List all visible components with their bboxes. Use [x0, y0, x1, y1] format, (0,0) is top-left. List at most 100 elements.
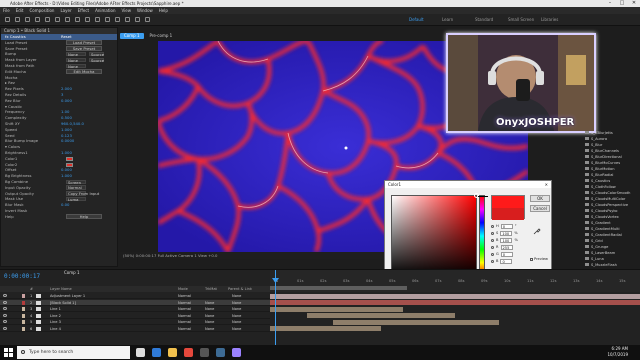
layer-mode-dropdown[interactable]: Normal — [178, 306, 191, 312]
layer-name[interactable]: Line 3 — [50, 319, 61, 325]
visibility-eye-icon[interactable] — [3, 326, 7, 330]
anchor-point-icon[interactable] — [344, 146, 348, 150]
visibility-eye-icon[interactable] — [3, 294, 7, 297]
menu-item-layer[interactable]: Layer — [60, 7, 71, 14]
close-icon[interactable]: ✕ — [628, 0, 640, 7]
color-field-input[interactable]: 100 — [500, 230, 513, 236]
layer-trkmat-dropdown[interactable]: None — [205, 319, 214, 325]
workspace-libraries[interactable]: Libraries — [541, 17, 558, 22]
steam-icon[interactable] — [216, 348, 225, 357]
layer-mode-dropdown[interactable]: Normal — [178, 313, 191, 319]
layer-name[interactable]: Line 1 — [50, 306, 61, 312]
hand-tool-icon[interactable] — [25, 17, 30, 22]
layer-mode-dropdown[interactable]: Normal — [178, 319, 191, 325]
property-button[interactable]: Edit Mocha — [66, 69, 102, 74]
layer-trkmat-dropdown[interactable]: None — [205, 300, 214, 306]
visibility-eye-icon[interactable] — [3, 320, 7, 323]
maximize-icon[interactable]: □ — [616, 0, 628, 7]
cancel-button[interactable]: Cancel — [530, 205, 550, 212]
minimize-icon[interactable]: – — [604, 0, 616, 7]
effect-property-row[interactable]: Help Help — [1, 214, 117, 220]
layer-name[interactable]: [Black Solid 1] — [50, 300, 76, 306]
hue-slider-handle[interactable] — [478, 196, 488, 197]
layer-row[interactable]: 6 Line 4 Normal None None — [0, 326, 270, 332]
layer-label-color[interactable] — [22, 294, 25, 298]
puppet-tool-icon[interactable] — [145, 17, 150, 22]
roto-brush-tool-icon[interactable] — [135, 17, 140, 22]
windows-start-icon[interactable] — [4, 348, 13, 357]
color-field-input[interactable]: 0 — [500, 258, 513, 264]
layer-mode-dropdown[interactable]: Normal — [178, 300, 191, 306]
layer-parent-dropdown[interactable]: None — [232, 313, 241, 319]
layer-parent-dropdown[interactable]: None — [232, 306, 241, 312]
color-mode-radio[interactable] — [491, 259, 494, 263]
layer-parent-dropdown[interactable]: None — [232, 300, 241, 306]
after-effects-icon[interactable] — [232, 348, 241, 357]
property-button[interactable]: Save Preset — [66, 46, 102, 51]
menu-item-composition[interactable]: Composition — [29, 7, 54, 14]
work-area-bar[interactable] — [270, 286, 407, 290]
clone-stamp-tool-icon[interactable] — [115, 17, 120, 22]
layer-trkmat-dropdown[interactable]: None — [205, 306, 214, 312]
color-field-input[interactable]: 0 — [500, 223, 513, 229]
taskbar-clock[interactable]: 6:29 AM 10/7/2019 — [607, 346, 628, 358]
color-swatch[interactable] — [66, 156, 73, 161]
type-tool-icon[interactable] — [95, 17, 100, 22]
layer-label-color[interactable] — [22, 313, 25, 318]
layer-mode-dropdown[interactable]: Normal — [178, 293, 191, 299]
eyedropper-icon[interactable] — [533, 227, 541, 235]
taskbar-search-box[interactable]: Type here to search — [17, 346, 130, 359]
task-view-icon[interactable] — [136, 348, 145, 357]
layer-trkmat-dropdown[interactable]: None — [205, 326, 214, 332]
layer-parent-dropdown[interactable]: None — [232, 326, 241, 332]
workspace-default[interactable]: Default — [409, 17, 424, 22]
color-mode-radio[interactable] — [491, 224, 494, 228]
workspace-standard[interactable]: Standard — [475, 17, 493, 22]
edge-icon[interactable] — [152, 348, 161, 357]
home-icon[interactable] — [5, 17, 10, 22]
color-mode-radio[interactable] — [491, 245, 494, 249]
menu-item-help[interactable]: Help — [159, 7, 168, 14]
layer-label-color[interactable] — [22, 326, 25, 331]
chrome-icon[interactable] — [184, 348, 193, 357]
layer-trkmat-dropdown[interactable]: None — [205, 313, 214, 319]
property-dropdown[interactable]: None — [66, 57, 86, 63]
preview-checkbox[interactable]: Preview — [530, 257, 548, 261]
current-time-indicator[interactable] — [275, 270, 276, 346]
layer-label-color[interactable] — [22, 320, 25, 324]
menu-item-animation[interactable]: Animation — [95, 7, 115, 14]
color-mode-radio[interactable] — [491, 238, 494, 242]
layer-duration-bar[interactable] — [307, 313, 455, 318]
viewer-tab[interactable]: Comp 1 — [120, 33, 144, 39]
layer-duration-bar[interactable] — [270, 326, 381, 331]
property-button[interactable]: Help — [66, 214, 102, 219]
rotate-tool-icon[interactable] — [45, 17, 50, 22]
explorer-icon[interactable] — [168, 348, 177, 357]
property-dropdown[interactable]: Screen — [66, 179, 86, 185]
layer-mode-dropdown[interactable]: Normal — [178, 326, 191, 332]
property-dropdown-secondary[interactable]: Source — [89, 51, 104, 57]
menu-item-view[interactable]: View — [122, 7, 132, 14]
layer-label-color[interactable] — [22, 300, 25, 305]
property-button[interactable]: Load Preset — [66, 40, 102, 45]
color-mode-radio[interactable] — [491, 252, 494, 256]
layer-row[interactable]: 1 Adjustment Layer 1 Normal None — [0, 293, 270, 299]
workspace-learn[interactable]: Learn — [442, 17, 453, 22]
hue-slider[interactable] — [478, 195, 488, 277]
saturation-brightness-field[interactable] — [391, 193, 479, 277]
pan-behind-tool-icon[interactable] — [65, 17, 70, 22]
color-field-input[interactable]: 100 — [500, 237, 513, 243]
color-swatch[interactable] — [66, 162, 73, 167]
workspace-small-screen[interactable]: Small Screen — [508, 17, 534, 22]
property-dropdown[interactable]: Normal — [66, 185, 86, 190]
layer-name[interactable]: Line 2 — [50, 313, 61, 319]
layer-name[interactable]: Adjustment Layer 1 — [50, 293, 85, 299]
zoom-tool-icon[interactable] — [35, 17, 40, 22]
layer-duration-bar[interactable] — [270, 293, 640, 299]
camera-tool-icon[interactable] — [55, 17, 60, 22]
layer-row[interactable]: 2 [Black Solid 1] Normal None None — [0, 299, 270, 306]
color-mode-radio[interactable] — [491, 231, 494, 235]
eraser-tool-icon[interactable] — [125, 17, 130, 22]
selection-tool-icon[interactable] — [15, 17, 20, 22]
pen-tool-icon[interactable] — [85, 17, 90, 22]
